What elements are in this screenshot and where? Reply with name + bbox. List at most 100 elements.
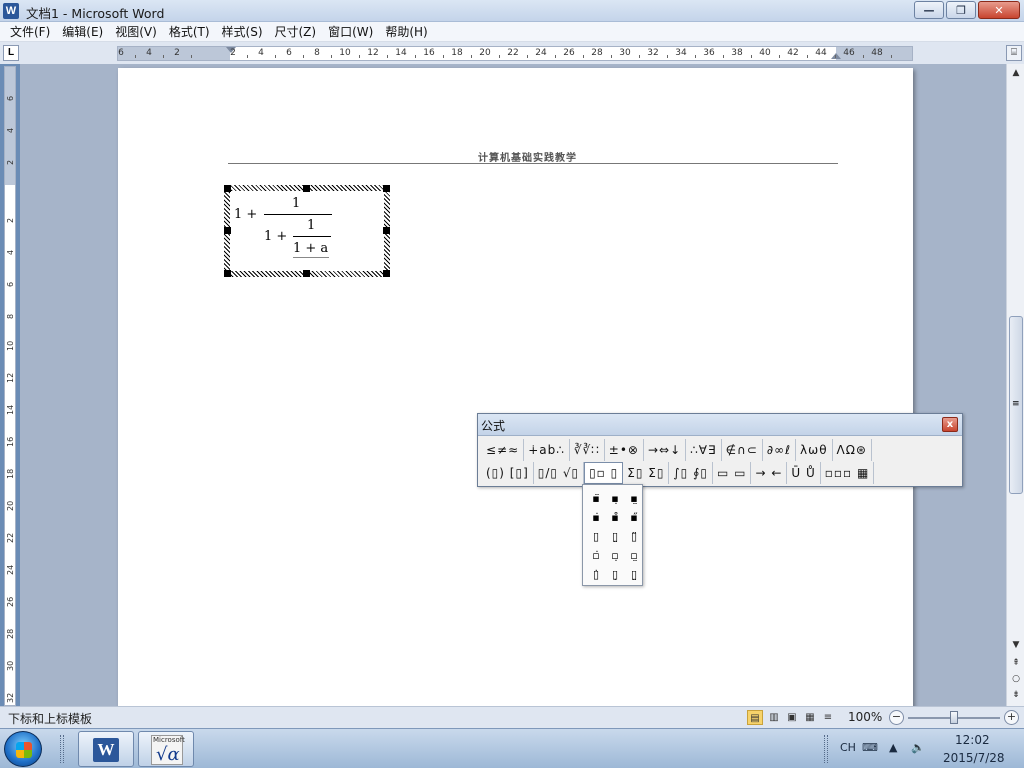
- minimize-button[interactable]: —: [914, 1, 944, 19]
- right-indent-marker[interactable]: [831, 53, 841, 59]
- template-box-over[interactable]: ▯̇: [587, 565, 605, 584]
- palette-embellishments[interactable]: ∛∛∷: [570, 439, 605, 461]
- palette-close-button[interactable]: x: [942, 417, 958, 432]
- eq-denominator[interactable]: 1 + a: [293, 241, 328, 256]
- scroll-thumb[interactable]: ≡: [1009, 316, 1023, 494]
- menu-help[interactable]: 帮助(H): [379, 23, 433, 40]
- vertical-scrollbar[interactable]: ▲ ≡ ▼ ⇞ ○ ⇟: [1006, 64, 1024, 706]
- resize-handle-e[interactable]: [383, 227, 390, 234]
- zoom-in-button[interactable]: +: [1004, 710, 1019, 725]
- page-header[interactable]: 计算机基础实践教学: [478, 149, 577, 164]
- ruler-number: 42: [787, 48, 799, 58]
- keyboard-icon[interactable]: ⌨: [862, 741, 878, 754]
- palette-bar-templates[interactable]: ▭ ▭: [713, 462, 752, 484]
- vertical-ruler[interactable]: 6 4 2 2 4 6 8 10 12 14 16 18 20 22 24 26 28 30 32: [4, 66, 16, 706]
- clock-date[interactable]: 2015/7/28: [943, 751, 1005, 765]
- scroll-down-button[interactable]: ▼: [1009, 638, 1023, 652]
- palette-fraction-radical-templates[interactable]: ▯/▯ √▯: [534, 462, 585, 484]
- template-slot-sub-superscript[interactable]: ▫̤: [625, 546, 643, 565]
- outline-view-icon[interactable]: ▦: [802, 710, 818, 725]
- palette-greek-lowercase[interactable]: λωθ: [796, 439, 833, 461]
- tab-stop-selector[interactable]: L: [3, 45, 19, 61]
- palette-integral-templates[interactable]: ∫▯ ∮▯: [669, 462, 713, 484]
- palette-product-templates[interactable]: Ū Ů: [787, 462, 821, 484]
- vruler-number: 24: [6, 564, 15, 575]
- template-box-over-under[interactable]: ▯̤: [625, 565, 643, 584]
- resize-handle-sw[interactable]: [224, 270, 231, 277]
- previous-page-button[interactable]: ⇞: [1009, 656, 1023, 670]
- equation-palette[interactable]: 公式 x ≤≠≈ ∔ab∴ ∛∛∷ ±•⊗ →⇔↓ ∴∀∃ ∉∩⊂ ∂∞ℓ λω…: [477, 413, 963, 487]
- template-slot-subscript[interactable]: ▫̣: [606, 546, 624, 565]
- document-page[interactable]: 计算机基础实践教学 1 + 1 1 + 1 1 + a: [118, 68, 913, 706]
- template-left-sub-superscript[interactable]: ▪̋: [625, 508, 643, 527]
- view-ruler-icon[interactable]: ⌸: [1006, 45, 1022, 61]
- template-box-under[interactable]: ▯̣: [606, 565, 624, 584]
- palette-spaces-ellipses[interactable]: ∔ab∴: [524, 439, 570, 461]
- menu-window[interactable]: 窗口(W): [322, 23, 379, 40]
- palette-symbols-row: ≤≠≈ ∔ab∴ ∛∛∷ ±•⊗ →⇔↓ ∴∀∃ ∉∩⊂ ∂∞ℓ λωθ ΛΩ⊛: [482, 439, 872, 461]
- template-under-script[interactable]: ▯̤: [606, 527, 624, 546]
- menu-style[interactable]: 样式(S): [216, 23, 269, 40]
- resize-handle-w[interactable]: [224, 227, 231, 234]
- resize-handle-s[interactable]: [303, 270, 310, 277]
- palette-fence-templates[interactable]: (▯) [▯]: [482, 462, 534, 484]
- start-button[interactable]: [4, 731, 42, 767]
- zoom-slider-thumb[interactable]: [950, 711, 958, 724]
- ruler-tick: [359, 55, 360, 58]
- volume-icon[interactable]: 🔈: [911, 741, 925, 754]
- palette-set-theory-symbols[interactable]: ∉∩⊂: [722, 439, 763, 461]
- palette-labeled-arrow-templates[interactable]: → ←: [751, 462, 788, 484]
- resize-handle-ne[interactable]: [383, 185, 390, 192]
- resize-handle-se[interactable]: [383, 270, 390, 277]
- draft-view-icon[interactable]: ≡: [820, 710, 836, 725]
- template-left-subscript[interactable]: ▪̊: [606, 508, 624, 527]
- input-language-indicator[interactable]: CH: [840, 741, 856, 754]
- menu-size[interactable]: 尺寸(Z): [269, 23, 323, 40]
- template-slot-superscript[interactable]: ▫̇: [587, 546, 605, 565]
- clock-time[interactable]: 12:02: [955, 733, 990, 747]
- menu-format[interactable]: 格式(T): [163, 23, 216, 40]
- palette-greek-uppercase[interactable]: ΛΩ⊛: [833, 439, 872, 461]
- equation-canvas[interactable]: 1 + 1 1 + 1 1 + a: [230, 191, 384, 271]
- web-layout-view-icon[interactable]: ▣: [784, 710, 800, 725]
- palette-title-bar[interactable]: 公式 x: [478, 414, 962, 436]
- palette-matrix-templates[interactable]: ▫▫▫ ▦: [821, 462, 875, 484]
- resize-handle-nw[interactable]: [224, 185, 231, 192]
- maximize-button[interactable]: ❐: [946, 1, 976, 19]
- word-app-icon[interactable]: W: [3, 3, 19, 19]
- template-over-under-script[interactable]: ▯̈: [625, 527, 643, 546]
- ruler-tick: [387, 55, 388, 58]
- taskbar-word-button[interactable]: W: [78, 731, 134, 767]
- menu-view[interactable]: 视图(V): [109, 23, 163, 40]
- template-over-script[interactable]: ▯: [587, 527, 605, 546]
- subscript-superscript-dropdown[interactable]: ▪̈ ▪̣ ▪̤ ▪̇ ▪̊ ▪̋ ▯ ▯̤ ▯̈ ▫̇ ▫̣ ▫̤ ▯̇ ▯̣…: [582, 484, 643, 586]
- equation-object[interactable]: 1 + 1 1 + 1 1 + a: [224, 185, 390, 277]
- template-superscript[interactable]: ▪̈: [587, 489, 605, 508]
- close-button[interactable]: ✕: [978, 1, 1020, 19]
- show-hidden-icons-icon[interactable]: ▲: [889, 741, 897, 754]
- palette-arrow-symbols[interactable]: →⇔↓: [644, 439, 687, 461]
- ruler-tick: [555, 55, 556, 58]
- zoom-out-button[interactable]: −: [889, 710, 904, 725]
- template-left-superscript[interactable]: ▪̇: [587, 508, 605, 527]
- select-browse-object-button[interactable]: ○: [1009, 672, 1023, 686]
- zoom-level[interactable]: 100%: [848, 710, 882, 724]
- palette-subscript-superscript-templates[interactable]: ▯▫ ▯: [584, 462, 624, 484]
- taskbar-equation-editor-button[interactable]: Microsoft √α: [138, 731, 194, 767]
- palette-relational-symbols[interactable]: ≤≠≈: [482, 439, 525, 461]
- palette-logical-symbols[interactable]: ∴∀∃: [686, 439, 722, 461]
- palette-summation-templates[interactable]: Σ▯ Σ▯: [623, 462, 670, 484]
- palette-operator-symbols[interactable]: ±•⊗: [605, 439, 644, 461]
- menu-edit[interactable]: 编辑(E): [56, 23, 109, 40]
- scroll-up-button[interactable]: ▲: [1009, 66, 1023, 80]
- template-sub-superscript[interactable]: ▪̤: [625, 489, 643, 508]
- template-subscript[interactable]: ▪̣: [606, 489, 624, 508]
- ruler-tick: [695, 55, 696, 58]
- reading-view-icon[interactable]: ▥: [766, 710, 782, 725]
- palette-misc-symbols[interactable]: ∂∞ℓ: [763, 439, 797, 461]
- menu-file[interactable]: 文件(F): [4, 23, 56, 40]
- resize-handle-n[interactable]: [303, 185, 310, 192]
- next-page-button[interactable]: ⇟: [1009, 688, 1023, 702]
- horizontal-ruler[interactable]: 8642246810121416182022242628303234363840…: [117, 46, 913, 61]
- print-layout-view-icon[interactable]: ▤: [747, 710, 763, 725]
